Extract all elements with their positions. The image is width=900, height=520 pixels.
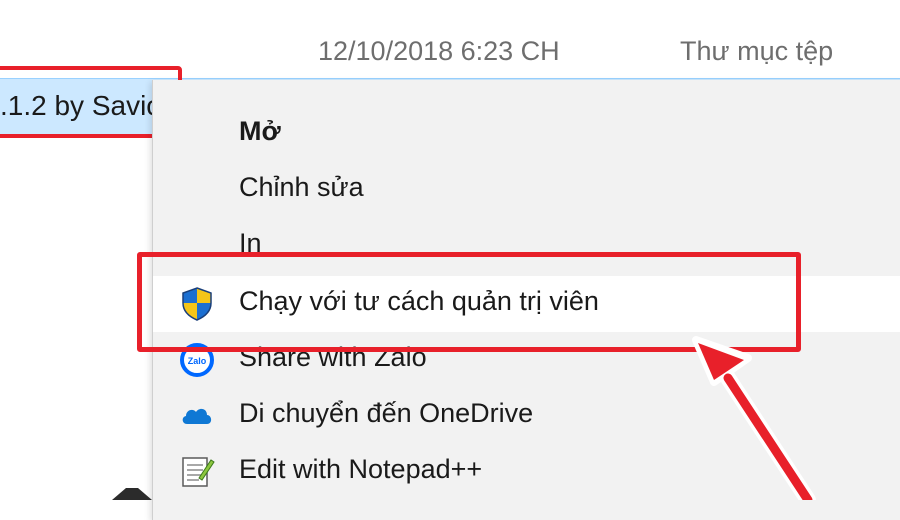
pointer-arrow-icon (692, 336, 816, 500)
